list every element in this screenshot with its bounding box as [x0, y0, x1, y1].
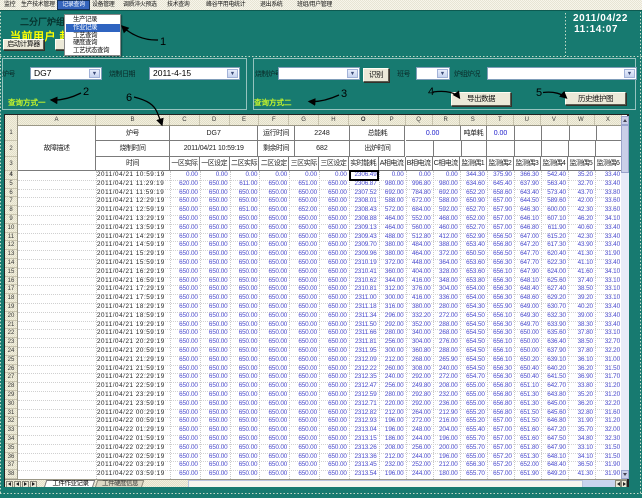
- svg-text:2: 2: [83, 86, 89, 98]
- svg-text:6: 6: [126, 92, 132, 104]
- svg-text:1: 1: [160, 36, 166, 48]
- svg-text:5: 5: [536, 87, 542, 99]
- svg-text:3: 3: [341, 88, 347, 100]
